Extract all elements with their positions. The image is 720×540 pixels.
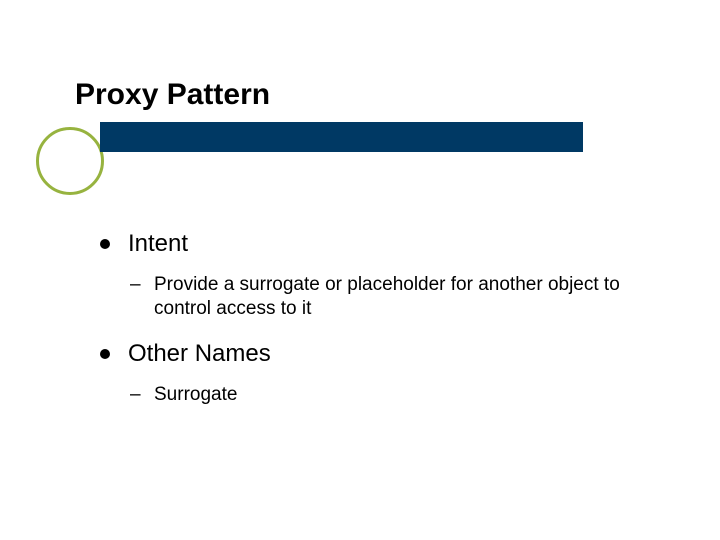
- slide-title: Proxy Pattern: [75, 78, 270, 112]
- list-item-label: Other Names: [128, 340, 271, 367]
- list-item: Intent: [100, 230, 660, 259]
- list-subitem: – Surrogate: [130, 383, 660, 407]
- dash-icon: –: [130, 273, 141, 297]
- bullet-icon: [100, 239, 110, 249]
- slide: Proxy Pattern Intent – Provide a surroga…: [0, 0, 720, 540]
- list-item: Other Names: [100, 340, 660, 369]
- list-subitem-text: Surrogate: [154, 384, 237, 405]
- title-underline-bar: [100, 122, 583, 152]
- list-subitem-text: Provide a surrogate or placeholder for a…: [154, 274, 620, 319]
- list-item-label: Intent: [128, 230, 188, 257]
- list-subitem: – Provide a surrogate or placeholder for…: [130, 273, 660, 321]
- accent-circle: [36, 127, 104, 195]
- dash-icon: –: [130, 383, 141, 407]
- bullet-icon: [100, 349, 110, 359]
- slide-body: Intent – Provide a surrogate or placehol…: [100, 230, 660, 427]
